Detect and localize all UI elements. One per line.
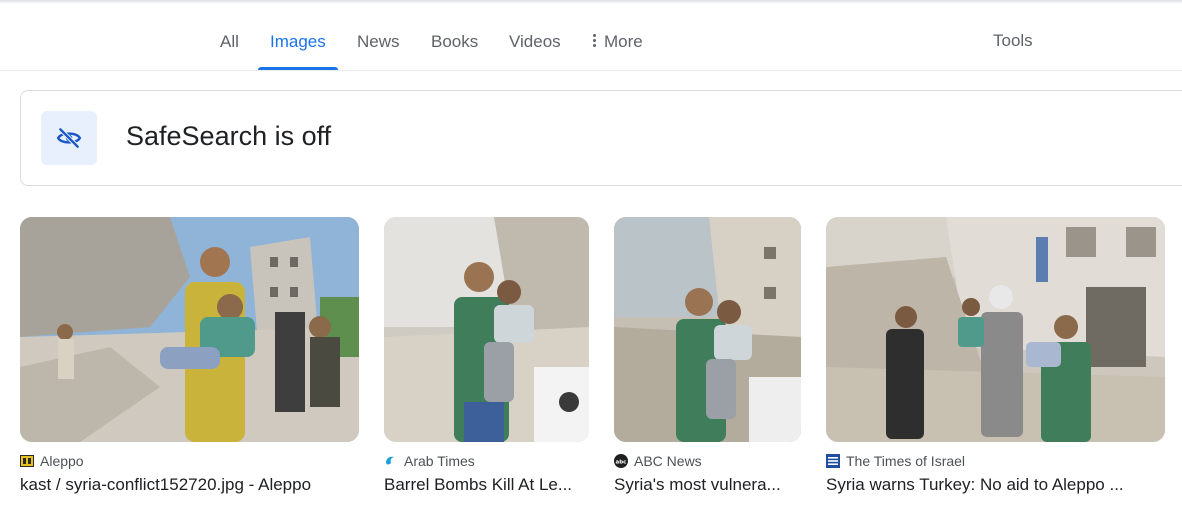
times-of-israel-favicon <box>826 454 840 468</box>
result-source[interactable]: abc ABC News <box>614 452 801 470</box>
image-result[interactable]: The Times of Israel Syria warns Turkey: … <box>826 217 1165 495</box>
result-source[interactable]: Arab Times <box>384 452 589 470</box>
source-name: Arab Times <box>404 453 475 469</box>
aleppo-favicon <box>20 454 34 468</box>
result-thumbnail[interactable] <box>614 217 801 442</box>
result-title[interactable]: Syria's most vulnera... <box>614 475 801 495</box>
svg-text:abc: abc <box>616 459 627 465</box>
source-name: ABC News <box>634 453 702 469</box>
tab-videos[interactable]: Videos <box>509 32 561 69</box>
safesearch-status-text: SafeSearch is off <box>126 121 332 151</box>
tools-button[interactable]: Tools <box>993 31 1033 68</box>
source-name: The Times of Israel <box>846 453 966 469</box>
tools-label: Tools <box>993 31 1033 50</box>
result-title[interactable]: Syria warns Turkey: No aid to Aleppo ... <box>826 475 1165 495</box>
tab-label: More <box>604 32 643 51</box>
tab-label: Images <box>270 32 326 51</box>
safesearch-card[interactable]: SafeSearch is off <box>20 90 1182 186</box>
result-thumbnail[interactable] <box>826 217 1165 442</box>
more-vert-icon <box>593 32 596 49</box>
abc-news-favicon: abc <box>614 454 628 468</box>
image-result[interactable]: Arab Times Barrel Bombs Kill At Le... <box>384 217 589 495</box>
tab-books[interactable]: Books <box>431 32 478 69</box>
result-thumbnail[interactable] <box>20 217 359 442</box>
tab-label: All <box>220 32 239 51</box>
image-result[interactable]: abc ABC News Syria's most vulnera... <box>614 217 801 495</box>
arab-times-favicon <box>384 454 398 468</box>
tab-more[interactable]: More <box>593 32 643 69</box>
result-title[interactable]: kast / syria-conflict152720.jpg - Aleppo <box>20 475 359 495</box>
result-thumbnail[interactable] <box>384 217 589 442</box>
source-name: Aleppo <box>40 453 84 469</box>
result-source[interactable]: Aleppo <box>20 452 359 470</box>
result-title[interactable]: Barrel Bombs Kill At Le... <box>384 475 589 495</box>
search-tabs-bar: All Images News Books Videos More Tools <box>0 0 1182 71</box>
tab-label: Books <box>431 32 479 51</box>
tab-all[interactable]: All <box>220 32 239 69</box>
tab-images[interactable]: Images <box>258 32 338 70</box>
tab-label: Videos <box>509 32 561 51</box>
tab-label: News <box>357 32 400 51</box>
tab-news[interactable]: News <box>357 32 400 69</box>
result-source[interactable]: The Times of Israel <box>826 452 1165 470</box>
image-result[interactable]: Aleppo kast / syria-conflict152720.jpg -… <box>20 217 359 495</box>
eye-off-icon <box>41 111 97 165</box>
